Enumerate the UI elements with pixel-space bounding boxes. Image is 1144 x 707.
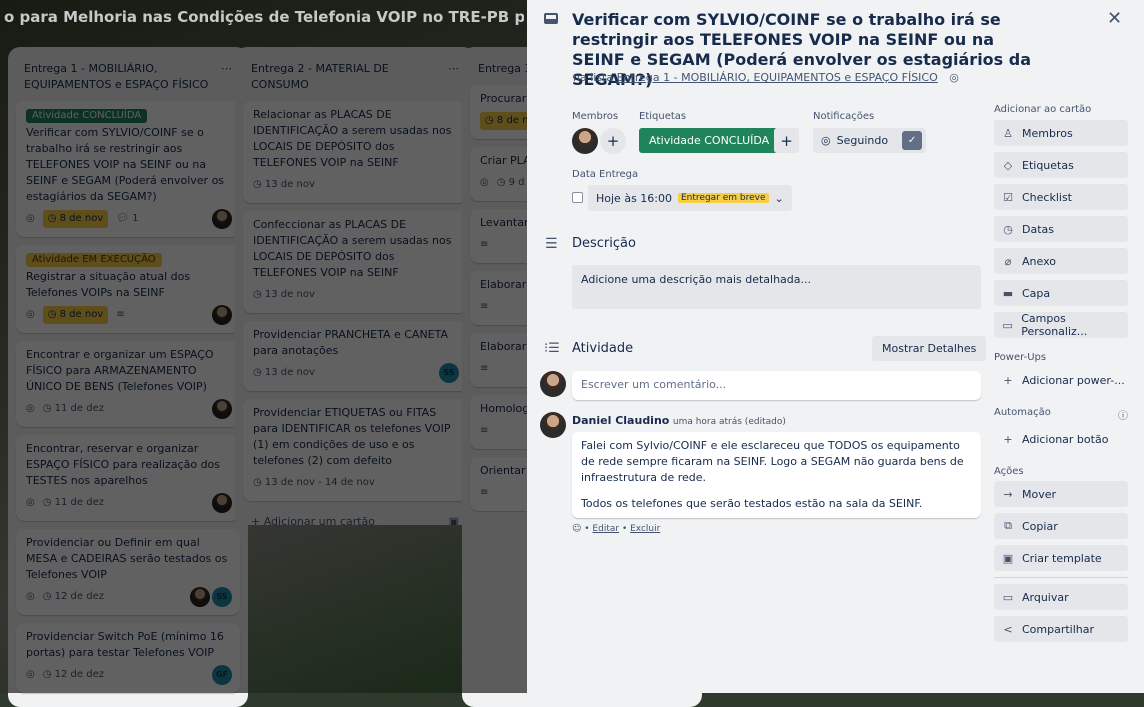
move-button[interactable]: → Mover <box>994 481 1128 507</box>
list-link[interactable]: Entrega 1 - MOBILIÁRIO, EQUIPAMENTOS e E… <box>617 71 938 84</box>
card-list-info: na lista Entrega 1 - MOBILIÁRIO, EQUIPAM… <box>573 71 959 84</box>
copy-button[interactable]: ⧉ Copiar <box>994 513 1128 539</box>
add-powerup-label: Adicionar power-... <box>1022 373 1125 387</box>
comment-author-avatar <box>540 412 566 438</box>
sidebar-cover-button[interactable]: ▬ Capa <box>994 280 1128 306</box>
archive-label: Arquivar <box>1022 590 1069 604</box>
add-button-label: Adicionar botão <box>1022 432 1109 446</box>
member-avatar[interactable] <box>572 128 598 154</box>
custom-fields-icon: ▭ <box>1002 318 1013 332</box>
board-title: o para Melhoria nas Condições de Telefon… <box>4 8 524 26</box>
label-chip[interactable]: Atividade CONCLUÍDA <box>639 128 780 153</box>
comment-body: Falei com Sylvio/COINF e ele esclareceu … <box>572 432 981 518</box>
button-label: Checklist <box>1022 190 1072 204</box>
card-sidebar: Adicionar ao cartão ♙ Membros ◇ Etiquetas ☑ C… <box>994 104 1128 648</box>
due-label: Data Entrega <box>572 169 639 180</box>
show-details-button[interactable]: Mostrar Detalhes <box>872 336 987 361</box>
sidebar-members-button[interactable]: ♙ Membros <box>994 120 1128 146</box>
add-label-button[interactable]: + <box>774 128 799 153</box>
current-user-avatar <box>540 371 566 397</box>
button-label: Capa <box>1022 286 1051 300</box>
due-date-button[interactable]: Hoje às 16:00 Entregar em breve ⌄ <box>588 185 792 211</box>
checklist-icon: ☑ <box>1003 190 1013 204</box>
cover-icon: ▬ <box>1002 286 1014 300</box>
card-icon <box>544 13 558 24</box>
members-icon: ♙ <box>1003 126 1013 140</box>
labels-icon: ◇ <box>1003 158 1013 172</box>
template-button[interactable]: ▣ Criar template <box>994 545 1128 571</box>
watch-icon: ◎ <box>949 71 959 84</box>
notifications-label: Notificações <box>813 111 875 122</box>
share-icon: < <box>1003 622 1013 636</box>
emoji-reaction-icon[interactable]: ☺ <box>572 524 581 534</box>
share-label: Compartilhar <box>1022 622 1095 636</box>
card-detail-panel: Verificar com SYLVIO/COINF se o trabalho… <box>527 0 1144 693</box>
due-soon-badge: Entregar em breve <box>678 193 769 203</box>
check-icon: ✓ <box>902 131 923 150</box>
button-label: Anexo <box>1022 254 1056 268</box>
sidebar-attachment-button[interactable]: ⌀ Anexo <box>994 248 1128 274</box>
actions-heading: Ações <box>994 466 1024 477</box>
due-date-text: Hoje às 16:00 <box>596 191 672 205</box>
button-label: Campos Personaliz... <box>1021 312 1088 338</box>
button-label: Etiquetas <box>1022 158 1074 172</box>
automation-title: Automação <box>994 407 1051 418</box>
due-checkbox[interactable] <box>572 192 583 203</box>
button-label: Datas <box>1022 222 1054 236</box>
share-button[interactable]: < Compartilhar <box>994 616 1128 642</box>
comment-author[interactable]: Daniel Claudino <box>572 414 669 427</box>
delete-comment-link[interactable]: Excluir <box>630 524 660 534</box>
automation-heading: Automação ⓘ <box>994 407 1128 422</box>
plus-icon: + <box>1003 432 1013 446</box>
info-icon[interactable]: ⓘ <box>1118 407 1128 422</box>
button-label: Mover <box>1022 487 1057 501</box>
sidebar-custom-fields-button[interactable]: ▭ Campos Personaliz... <box>994 312 1128 338</box>
dates-icon: ◷ <box>1003 222 1013 236</box>
members-label: Membros <box>572 111 619 122</box>
archive-button[interactable]: ▭ Arquivar <box>994 584 1128 610</box>
following-text: Seguindo <box>836 134 889 147</box>
sidebar-checklist-button[interactable]: ☑ Checklist <box>994 184 1128 210</box>
plus-icon: + <box>1003 373 1013 387</box>
description-heading: Descrição <box>572 236 636 251</box>
comment-actions: ☺ • Editar • Excluir <box>572 524 661 534</box>
add-to-card-heading: Adicionar ao cartão <box>994 104 1092 115</box>
sidebar-dates-button[interactable]: ◷ Datas <box>994 216 1128 242</box>
button-label: Copiar <box>1022 519 1058 533</box>
activity-heading: Atividade <box>572 341 634 356</box>
template-icon: ▣ <box>1002 551 1014 565</box>
add-powerup-button[interactable]: + Adicionar power-... <box>994 367 1128 393</box>
description-input[interactable]: Adicione uma descrição mais detalhada... <box>572 265 981 309</box>
archive-icon: ▭ <box>1002 590 1014 604</box>
follow-button[interactable]: ◎ Seguindo ✓ <box>813 128 927 153</box>
comment-input[interactable]: Escrever um comentário... <box>572 371 981 400</box>
button-label: Criar template <box>1022 551 1102 565</box>
add-member-button[interactable]: + <box>600 128 626 154</box>
attachment-icon: ⌀ <box>1004 254 1012 268</box>
activity-icon: ⁝☰ <box>544 341 560 356</box>
comment-paragraph: Falei com Sylvio/COINF e ele esclareceu … <box>581 439 964 484</box>
button-label: Membros <box>1022 126 1073 140</box>
chevron-down-icon: ⌄ <box>774 191 784 205</box>
description-icon: ☰ <box>545 236 558 252</box>
edit-comment-link[interactable]: Editar <box>592 524 619 534</box>
copy-icon: ⧉ <box>1004 519 1012 532</box>
eye-icon: ◎ <box>821 134 831 147</box>
powerups-heading: Power-Ups <box>994 352 1047 363</box>
move-icon: → <box>1003 487 1013 501</box>
close-icon[interactable]: ✕ <box>1107 8 1122 29</box>
sidebar-labels-button[interactable]: ◇ Etiquetas <box>994 152 1128 178</box>
comment-header: Daniel Claudino uma hora atrás (editado) <box>572 414 786 427</box>
add-button-button[interactable]: + Adicionar botão <box>994 426 1128 452</box>
labels-label: Etiquetas <box>639 111 687 122</box>
divider <box>994 577 1128 578</box>
in-list-prefix: na lista <box>573 71 614 84</box>
comment-time[interactable]: uma hora atrás (editado) <box>673 417 786 427</box>
comment-paragraph: Todos os telefones que serão testados es… <box>581 497 923 510</box>
